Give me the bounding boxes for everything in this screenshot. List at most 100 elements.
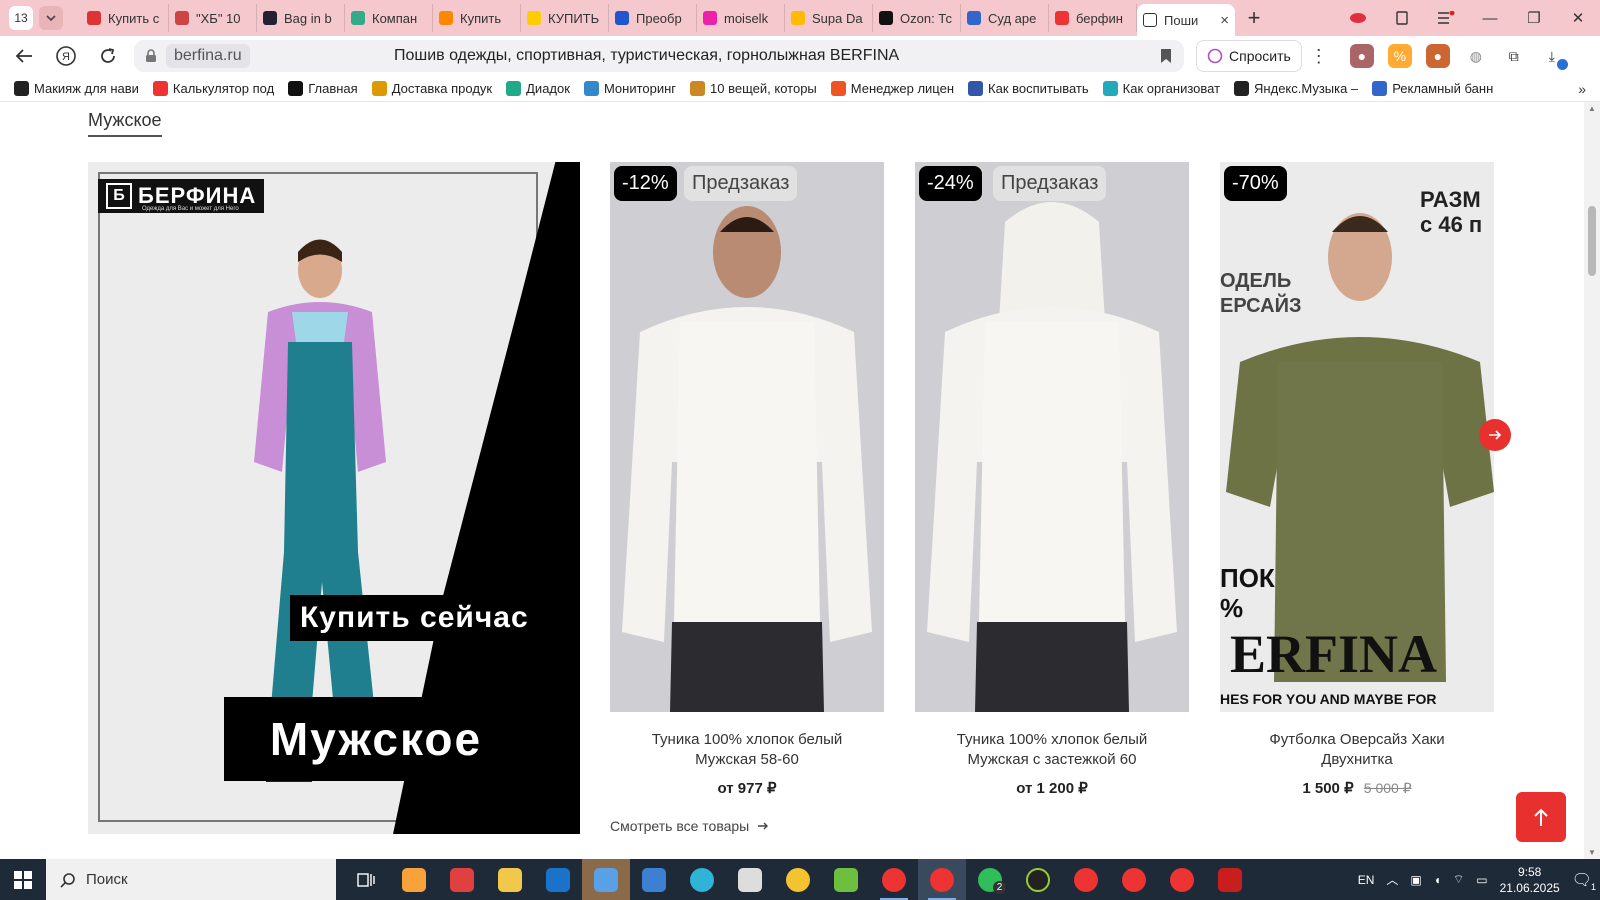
bookmark-item[interactable]: Мониторинг <box>583 81 676 96</box>
minimize-icon[interactable]: — <box>1468 0 1512 36</box>
taskbar-app-outlook[interactable] <box>534 859 582 900</box>
taskbar-search[interactable]: Поиск <box>46 859 336 900</box>
taskbar-app-yandex1[interactable] <box>870 859 918 900</box>
language-indicator[interactable]: EN <box>1358 873 1375 887</box>
tab-item[interactable]: Ozon: Тс <box>873 4 961 32</box>
collection-icon[interactable] <box>1336 0 1380 36</box>
reload-button[interactable] <box>90 40 126 72</box>
tab-item[interactable]: КУПИТЬ <box>521 4 609 32</box>
bookmark-item[interactable]: Рекламный банн <box>1372 81 1493 96</box>
tab-item[interactable]: Преобр <box>609 4 697 32</box>
section-title[interactable]: Мужское <box>88 110 162 137</box>
tab-counter[interactable]: 13 <box>9 6 33 30</box>
product-card[interactable]: -12% Предзаказ Туника 100% хлопок белый … <box>610 162 884 797</box>
tab-item[interactable]: Купить <box>433 4 521 32</box>
taskbar-app-pdf[interactable] <box>1206 859 1254 900</box>
taskbar-app-yandex3[interactable] <box>1062 859 1110 900</box>
globe-icon[interactable]: ◍ <box>1464 44 1488 68</box>
product-photo[interactable]: -12% Предзаказ <box>610 162 884 712</box>
taskbar-app-yandex5[interactable] <box>1158 859 1206 900</box>
bookmark-icon[interactable] <box>1160 48 1172 69</box>
close-tab-icon[interactable]: × <box>1220 12 1229 29</box>
taskbar-app-whatsapp[interactable]: 2 <box>966 859 1014 900</box>
tab-item[interactable]: Supa Da <box>785 4 873 32</box>
taskbar-app-camera[interactable] <box>438 859 486 900</box>
tab-item[interactable]: "ХБ" 10 <box>169 4 257 32</box>
scrollbar-thumb[interactable] <box>1588 206 1596 276</box>
product-name[interactable]: Футболка Оверсайз Хаки Двухнитка <box>1220 730 1494 770</box>
carousel-next-button[interactable] <box>1479 419 1511 451</box>
more-options-icon[interactable]: ⋮ <box>1310 46 1328 67</box>
tab-item[interactable]: берфин <box>1049 4 1137 32</box>
taskbar-app-yandex2[interactable] <box>918 859 966 900</box>
bookmark-item[interactable]: Яндекс.Музыка – <box>1234 81 1358 96</box>
taskbar-app-mail[interactable] <box>390 859 438 900</box>
product-card[interactable]: -24% Предзаказ Туника 100% хлопок белый … <box>915 162 1189 797</box>
extensions-icon[interactable]: ⧉ <box>1502 44 1526 68</box>
taskbar-app-yandex4[interactable] <box>1110 859 1158 900</box>
bookmark-item[interactable]: Калькулятор под <box>152 81 274 96</box>
lock-icon[interactable] <box>142 49 160 63</box>
tab-item[interactable]: Купить с <box>81 4 169 32</box>
bookmark-item[interactable]: Как воспитывать <box>968 81 1089 96</box>
wifi-icon[interactable]: ⌔ <box>1453 872 1464 887</box>
page-scrollbar[interactable]: ▲ ▼ <box>1584 102 1600 859</box>
extension-percent-icon[interactable]: % <box>1387 44 1412 68</box>
bookmark-item[interactable]: Макияж для нави <box>14 81 139 96</box>
taskbar-app-mailru[interactable] <box>582 859 630 900</box>
taskbar-app-edge[interactable] <box>678 859 726 900</box>
back-button[interactable] <box>6 40 42 72</box>
product-photo[interactable]: РАЗМ с 46 п ОДЕЛЬ ЕРСАЙЗ ПОК % ERFINA HE… <box>1220 162 1494 712</box>
camera-tray-icon[interactable]: ▣ <box>1410 873 1421 887</box>
downloads-icon[interactable]: ⤓ <box>1540 44 1568 70</box>
url-domain[interactable]: berfina.ru <box>166 44 250 68</box>
scroll-to-top-button[interactable] <box>1516 792 1566 842</box>
bookmark-item[interactable]: Доставка продук <box>371 81 492 96</box>
product-name[interactable]: Туника 100% хлопок белый Мужская 58-60 <box>610 730 884 770</box>
extension-user-icon[interactable]: ● <box>1349 44 1374 68</box>
task-view-button[interactable] <box>342 859 390 900</box>
bookmark-item[interactable]: 10 вещей, которы <box>690 81 817 96</box>
bookmarks-panel-icon[interactable] <box>1380 0 1424 36</box>
product-name[interactable]: Туника 100% хлопок белый Мужская с засте… <box>915 730 1189 770</box>
tab-active[interactable]: Поши × <box>1137 4 1235 36</box>
battery-icon[interactable]: ▭ <box>1476 873 1487 887</box>
clock[interactable]: 9:58 21.06.2025 <box>1500 864 1560 896</box>
taskbar-app-calculator[interactable] <box>630 859 678 900</box>
close-window-icon[interactable]: ✕ <box>1556 0 1600 36</box>
new-tab-button[interactable]: + <box>1241 5 1267 31</box>
bookmark-item[interactable]: Главная <box>288 81 358 96</box>
taskbar-app-accounting[interactable] <box>726 859 774 900</box>
taskbar-app-pen[interactable] <box>1014 859 1062 900</box>
scroll-up-icon[interactable]: ▲ <box>1588 104 1596 113</box>
menu-icon[interactable] <box>1424 0 1468 36</box>
tab-list-dropdown[interactable] <box>39 6 63 30</box>
chevron-up-icon[interactable]: ︿ <box>1386 871 1398 888</box>
product-card[interactable]: РАЗМ с 46 п ОДЕЛЬ ЕРСАЙЗ ПОК % ERFINA HE… <box>1220 162 1494 797</box>
taskbar-app-green[interactable] <box>822 859 870 900</box>
notifications-button[interactable]: 🗨 1 <box>1572 870 1596 892</box>
taskbar-app-explorer[interactable] <box>486 859 534 900</box>
bookmark-item[interactable]: Как организоват <box>1102 81 1220 96</box>
extension-user2-icon[interactable]: ● <box>1425 44 1450 68</box>
speaker-icon[interactable]: ◖ <box>1434 873 1441 887</box>
taskbar-app-1c[interactable] <box>774 859 822 900</box>
start-button[interactable] <box>0 859 46 900</box>
tab-item[interactable]: Bag in b <box>257 4 345 32</box>
yandex-icon: Я <box>56 46 76 66</box>
ask-alice-button[interactable]: Спросить <box>1196 40 1302 72</box>
bookmark-item[interactable]: Диадок <box>506 81 570 96</box>
scroll-down-icon[interactable]: ▼ <box>1588 848 1596 857</box>
url-field[interactable]: berfina.ru Пошив одежды, спортивная, тур… <box>134 40 1184 72</box>
bookmark-item[interactable]: Менеджер лицен <box>830 81 954 96</box>
bookmarks-more-button[interactable]: » <box>1578 81 1586 97</box>
tab-item[interactable]: Компан <box>345 4 433 32</box>
tab-item[interactable]: moiselk <box>697 4 785 32</box>
restore-icon[interactable]: ❐ <box>1512 0 1556 36</box>
yandex-home-button[interactable]: Я <box>48 40 84 72</box>
view-all-link[interactable]: Смотреть все товары <box>610 818 769 834</box>
product-photo[interactable]: -24% Предзаказ <box>915 162 1189 712</box>
promo-banner[interactable]: Б БЕРФИНА Одежда для Вас и может для Нег… <box>88 162 580 834</box>
tab-item[interactable]: Суд аре <box>961 4 1049 32</box>
preorder-badge: Предзаказ <box>993 166 1107 201</box>
